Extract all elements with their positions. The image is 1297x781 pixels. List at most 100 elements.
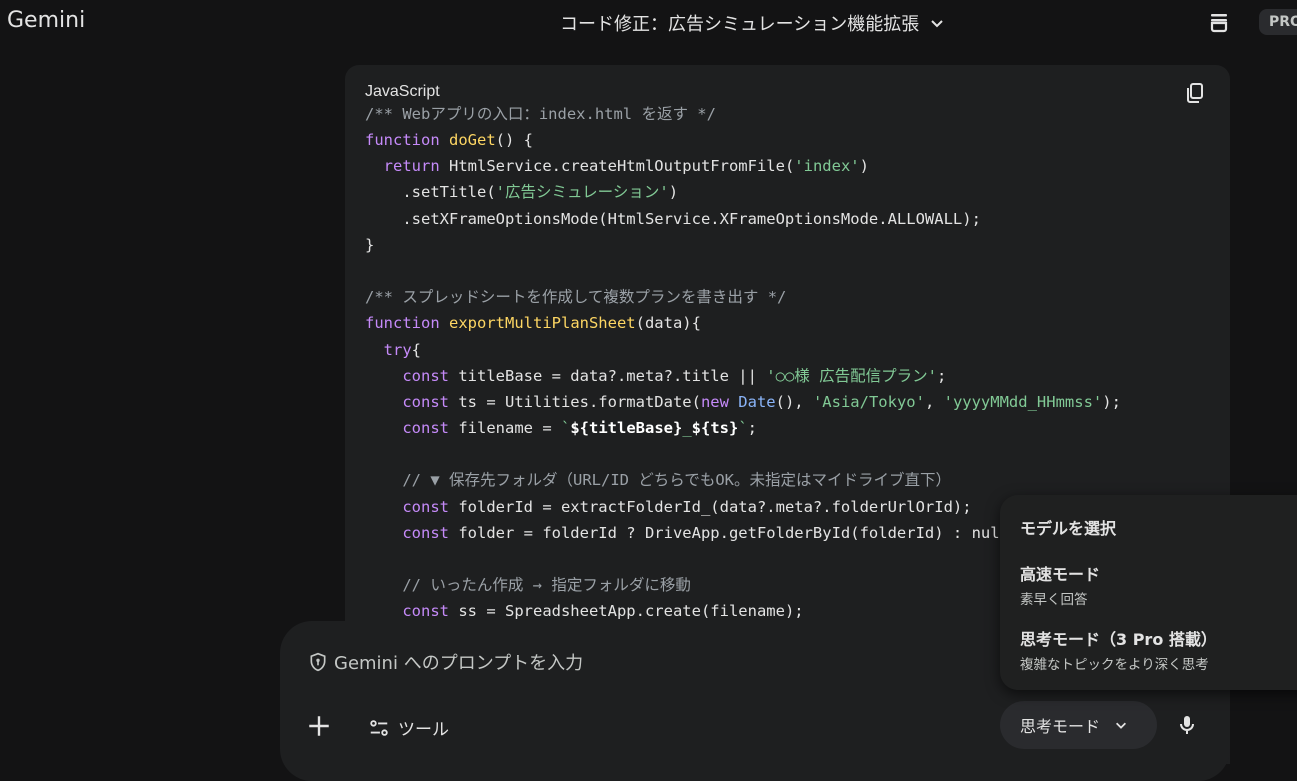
chat-title: コード修正：広告シミュレーション機能拡張 xyxy=(560,14,920,35)
code-line: .setTitle('広告シミュレーション') xyxy=(365,179,1230,205)
code-token: 'Asia/Tokyo' xyxy=(812,392,925,411)
code-token: /** Webアプリの入口：index.html を返す */ xyxy=(365,105,716,123)
code-token: function xyxy=(365,314,449,333)
shield-icon xyxy=(310,652,326,672)
code-token: function xyxy=(365,131,449,149)
code-token: '○○様 広告配信プラン' xyxy=(766,366,937,385)
tools-icon xyxy=(370,719,388,736)
code-token: Date xyxy=(738,392,776,411)
code-token: const xyxy=(402,523,459,542)
code-token: ` xyxy=(738,419,748,438)
code-line: function doGet() { xyxy=(365,127,1230,153)
chevron-down-icon xyxy=(931,20,943,28)
code-line: function exportMultiPlanSheet(data){ xyxy=(365,310,1230,336)
code-token: ${ts} xyxy=(691,419,739,438)
code-token: new xyxy=(700,392,739,411)
code-token: .setTitle( xyxy=(365,183,496,202)
model-select-menu: モデルを選択 高速モード 素早く回答 思考モード（3 Pro 搭載） 複雑なトピ… xyxy=(1000,495,1297,690)
menu-heading: モデルを選択 xyxy=(1020,519,1117,538)
code-token: ; xyxy=(936,366,947,385)
code-token: _ xyxy=(682,419,692,438)
code-token: titleBase = data?.meta?.title || xyxy=(458,366,767,385)
menu-item-thinking-mode[interactable]: 思考モード（3 Pro 搭載） 複雑なトピックをより深く思考 xyxy=(1020,626,1217,673)
code-token: filename = xyxy=(458,419,561,438)
add-button[interactable] xyxy=(306,713,332,739)
code-line: const ts = Utilities.formatDate(new Date… xyxy=(365,389,1230,415)
tools-label: ツール xyxy=(398,720,449,740)
code-line: const filename = `${titleBase}_${ts}`; xyxy=(365,415,1230,441)
code-line: // ▼ 保存先フォルダ（URL/ID どちらでもOK。未指定はマイドライブ直下… xyxy=(365,467,1230,493)
code-token: } xyxy=(365,235,375,254)
menu-item-fast-mode[interactable]: 高速モード 素早く回答 xyxy=(1020,561,1100,608)
code-token: ${titleBase} xyxy=(570,419,683,438)
code-token: /** スプレッドシートを作成して複数プランを書き出す */ xyxy=(365,288,787,307)
code-line: try{ xyxy=(365,337,1230,363)
delete-chat-button[interactable] xyxy=(1205,8,1233,36)
code-token: // いったん作成 → 指定フォルダに移動 xyxy=(402,576,691,595)
chat-title-button[interactable]: コード修正：広告シミュレーション機能拡張 xyxy=(560,10,945,36)
top-bar: Gemini コード修正：広告シミュレーション機能拡張 PRO xyxy=(0,0,1297,44)
code-token: , xyxy=(924,392,944,411)
code-token: (data){ xyxy=(635,314,701,333)
code-token: const xyxy=(402,497,459,516)
code-token: HtmlService.createHtmlOutputFromFile( xyxy=(449,157,795,176)
code-token: ss = SpreadsheetApp.create(filename); xyxy=(458,602,804,621)
gemini-logo[interactable]: Gemini xyxy=(7,8,85,33)
code-token: try xyxy=(383,340,412,359)
code-language-label: JavaScript xyxy=(365,83,440,100)
pro-badge[interactable]: PRO xyxy=(1259,9,1297,35)
mode-label: 思考モード xyxy=(1020,717,1101,736)
menu-item-title: 高速モード xyxy=(1020,565,1101,584)
code-token: doGet xyxy=(449,131,496,149)
code-line: /** スプレッドシートを作成して複数プランを書き出す */ xyxy=(365,284,1230,310)
code-line: .setXFrameOptionsMode(HtmlService.XFrame… xyxy=(365,206,1230,232)
code-line: const titleBase = data?.meta?.title || '… xyxy=(365,363,1230,389)
code-token: () { xyxy=(495,131,533,149)
code-token: return xyxy=(383,157,449,176)
chevron-down-icon xyxy=(1116,722,1127,729)
code-token: const xyxy=(402,419,459,438)
code-line: return HtmlService.createHtmlOutputFromF… xyxy=(365,153,1230,179)
menu-item-subtitle: 複雑なトピックをより深く思考 xyxy=(1020,657,1209,673)
code-token: (), xyxy=(775,392,813,411)
code-token: const xyxy=(402,366,459,385)
microphone-icon[interactable] xyxy=(1175,713,1199,737)
code-token: const xyxy=(402,392,459,411)
code-token: exportMultiPlanSheet xyxy=(449,314,636,333)
code-token: // ▼ 保存先フォルダ（URL/ID どちらでもOK。未指定はマイドライブ直下… xyxy=(402,471,952,490)
code-token: ) xyxy=(859,157,869,176)
code-token: ) xyxy=(668,183,679,202)
code-token: ; xyxy=(747,419,758,438)
code-token: .setXFrameOptionsMode(HtmlService.XFrame… xyxy=(365,209,981,228)
code-token: ); xyxy=(1102,392,1121,411)
prompt-input[interactable]: Gemini へのプロンプトを入力 xyxy=(308,649,583,675)
tools-button[interactable]: ツール xyxy=(368,715,449,740)
code-token: folderId = extractFolderId_(data?.meta?.… xyxy=(458,497,972,516)
code-line: } xyxy=(365,232,1230,258)
code-token: 'yyyyMMdd_HHmmss' xyxy=(943,392,1103,411)
menu-item-title: 思考モード（3 Pro 搭載） xyxy=(1020,630,1217,649)
code-token: { xyxy=(411,340,422,359)
code-token: ts = Utilities.formatDate( xyxy=(458,392,701,411)
mode-select-button[interactable]: 思考モード xyxy=(1000,701,1157,749)
code-token: 'index' xyxy=(794,157,860,176)
code-line: /** Webアプリの入口：index.html を返す */ xyxy=(365,101,1230,127)
code-token: const xyxy=(402,602,459,621)
menu-item-subtitle: 素早く回答 xyxy=(1020,592,1088,608)
code-token: '広告シミュレーション' xyxy=(495,183,669,202)
code-token: folder = folderId ? DriveApp.getFolderBy… xyxy=(458,523,1019,542)
prompt-placeholder: Gemini へのプロンプトを入力 xyxy=(334,653,584,674)
trash-icon xyxy=(1210,14,1228,33)
